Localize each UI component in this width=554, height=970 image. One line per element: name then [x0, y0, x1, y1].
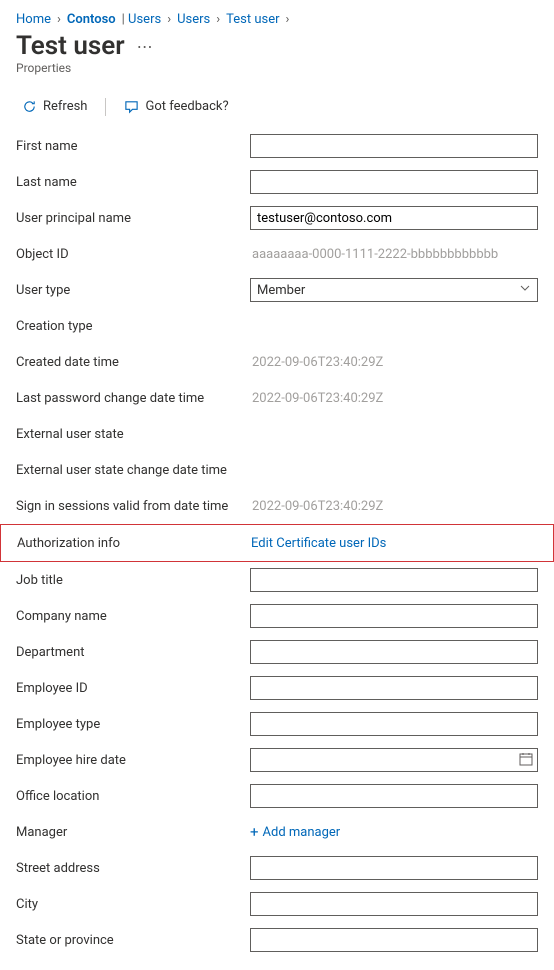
input-job-title[interactable]: [250, 568, 538, 592]
label-authorization-info: Authorization info: [17, 536, 251, 551]
feedback-icon: [124, 99, 139, 114]
row-company-name: Company name: [16, 598, 538, 634]
plus-icon: +: [250, 825, 259, 840]
row-street-address: Street address: [16, 850, 538, 886]
refresh-icon: [22, 99, 37, 114]
breadcrumb-home[interactable]: Home: [16, 12, 51, 27]
label-ext-user-state-change: External user state change date time: [16, 463, 250, 478]
row-last-pwd-change: Last password change date time 2022-09-0…: [16, 380, 538, 416]
label-last-name: Last name: [16, 175, 250, 190]
row-manager: Manager + Add manager: [16, 814, 538, 850]
add-manager-label: Add manager: [263, 825, 341, 840]
row-employee-hire-date: Employee hire date: [16, 742, 538, 778]
row-employee-id: Employee ID: [16, 670, 538, 706]
select-user-type-value: Member: [257, 283, 305, 298]
feedback-label: Got feedback?: [145, 99, 228, 114]
input-upn[interactable]: [250, 206, 538, 230]
row-employee-type: Employee type: [16, 706, 538, 742]
row-first-name: First name: [16, 128, 538, 164]
add-manager-link[interactable]: + Add manager: [250, 825, 340, 840]
more-menu-button[interactable]: ⋯: [137, 37, 153, 56]
label-created-date: Created date time: [16, 355, 250, 370]
label-first-name: First name: [16, 139, 250, 154]
label-state-province: State or province: [16, 933, 250, 948]
row-upn: User principal name: [16, 200, 538, 236]
input-department[interactable]: [250, 640, 538, 664]
page-title: Test user ⋯: [16, 31, 538, 61]
label-signin-valid-from: Sign in sessions valid from date time: [16, 499, 250, 514]
input-employee-type[interactable]: [250, 712, 538, 736]
row-ext-user-state: External user state: [16, 416, 538, 452]
input-employee-hire-date[interactable]: [250, 748, 538, 772]
edit-certificate-user-ids-link[interactable]: Edit Certificate user IDs: [251, 536, 386, 551]
label-upn: User principal name: [16, 211, 250, 226]
feedback-button[interactable]: Got feedback?: [118, 95, 234, 118]
row-state-province: State or province: [16, 922, 538, 958]
label-job-title: Job title: [16, 573, 250, 588]
label-company-name: Company name: [16, 609, 250, 624]
select-user-type[interactable]: Member: [250, 278, 538, 302]
value-signin-valid-from: 2022-09-06T23:40:29Z: [250, 499, 383, 514]
chevron-right-icon: ›: [57, 12, 61, 27]
chevron-right-icon: ›: [216, 12, 220, 27]
label-employee-id: Employee ID: [16, 681, 250, 696]
label-object-id: Object ID: [16, 247, 250, 262]
input-first-name[interactable]: [250, 134, 538, 158]
label-street-address: Street address: [16, 861, 250, 876]
row-signin-valid-from: Sign in sessions valid from date time 20…: [16, 488, 538, 524]
toolbar: Refresh Got feedback?: [16, 89, 538, 128]
row-ext-user-state-change: External user state change date time: [16, 452, 538, 488]
input-employee-id[interactable]: [250, 676, 538, 700]
row-job-title: Job title: [16, 562, 538, 598]
label-office-location: Office location: [16, 789, 250, 804]
breadcrumb-test-user[interactable]: Test user: [226, 12, 279, 27]
refresh-button[interactable]: Refresh: [16, 95, 93, 118]
breadcrumb-users-scope: | Users: [122, 12, 162, 27]
row-authorization-info: Authorization info Edit Certificate user…: [0, 524, 554, 562]
input-street-address[interactable]: [250, 856, 538, 880]
refresh-label: Refresh: [43, 99, 87, 114]
input-city[interactable]: [250, 892, 538, 916]
page-title-text: Test user: [16, 31, 125, 61]
value-created-date: 2022-09-06T23:40:29Z: [250, 355, 383, 370]
label-last-pwd-change: Last password change date time: [16, 391, 250, 406]
toolbar-separator: [105, 98, 106, 116]
label-manager: Manager: [16, 825, 250, 840]
label-creation-type: Creation type: [16, 319, 250, 334]
breadcrumb-users-2[interactable]: Users: [177, 12, 210, 27]
page-subtitle: Properties: [16, 61, 538, 75]
breadcrumb-contoso[interactable]: Contoso: [67, 12, 116, 27]
row-creation-type: Creation type: [16, 308, 538, 344]
label-user-type: User type: [16, 283, 250, 298]
value-last-pwd-change: 2022-09-06T23:40:29Z: [250, 391, 383, 406]
row-user-type: User type Member: [16, 272, 538, 308]
label-employee-hire-date: Employee hire date: [16, 753, 250, 768]
row-last-name: Last name: [16, 164, 538, 200]
chevron-right-icon: ›: [286, 12, 290, 27]
calendar-icon[interactable]: [518, 751, 534, 771]
value-object-id: aaaaaaaa-0000-1111-2222-bbbbbbbbbbbb: [250, 247, 498, 262]
row-object-id: Object ID aaaaaaaa-0000-1111-2222-bbbbbb…: [16, 236, 538, 272]
row-department: Department: [16, 634, 538, 670]
input-state-province[interactable]: [250, 928, 538, 952]
row-city: City: [16, 886, 538, 922]
label-ext-user-state: External user state: [16, 427, 250, 442]
breadcrumb: Home › Contoso | Users › Users › Test us…: [16, 12, 538, 27]
row-created-date: Created date time 2022-09-06T23:40:29Z: [16, 344, 538, 380]
label-department: Department: [16, 645, 250, 660]
chevron-right-icon: ›: [167, 12, 171, 27]
label-city: City: [16, 897, 250, 912]
input-last-name[interactable]: [250, 170, 538, 194]
row-office-location: Office location: [16, 778, 538, 814]
chevron-down-icon: [519, 282, 531, 298]
input-office-location[interactable]: [250, 784, 538, 808]
breadcrumb-users-1[interactable]: Users: [128, 12, 161, 27]
input-company-name[interactable]: [250, 604, 538, 628]
label-employee-type: Employee type: [16, 717, 250, 732]
